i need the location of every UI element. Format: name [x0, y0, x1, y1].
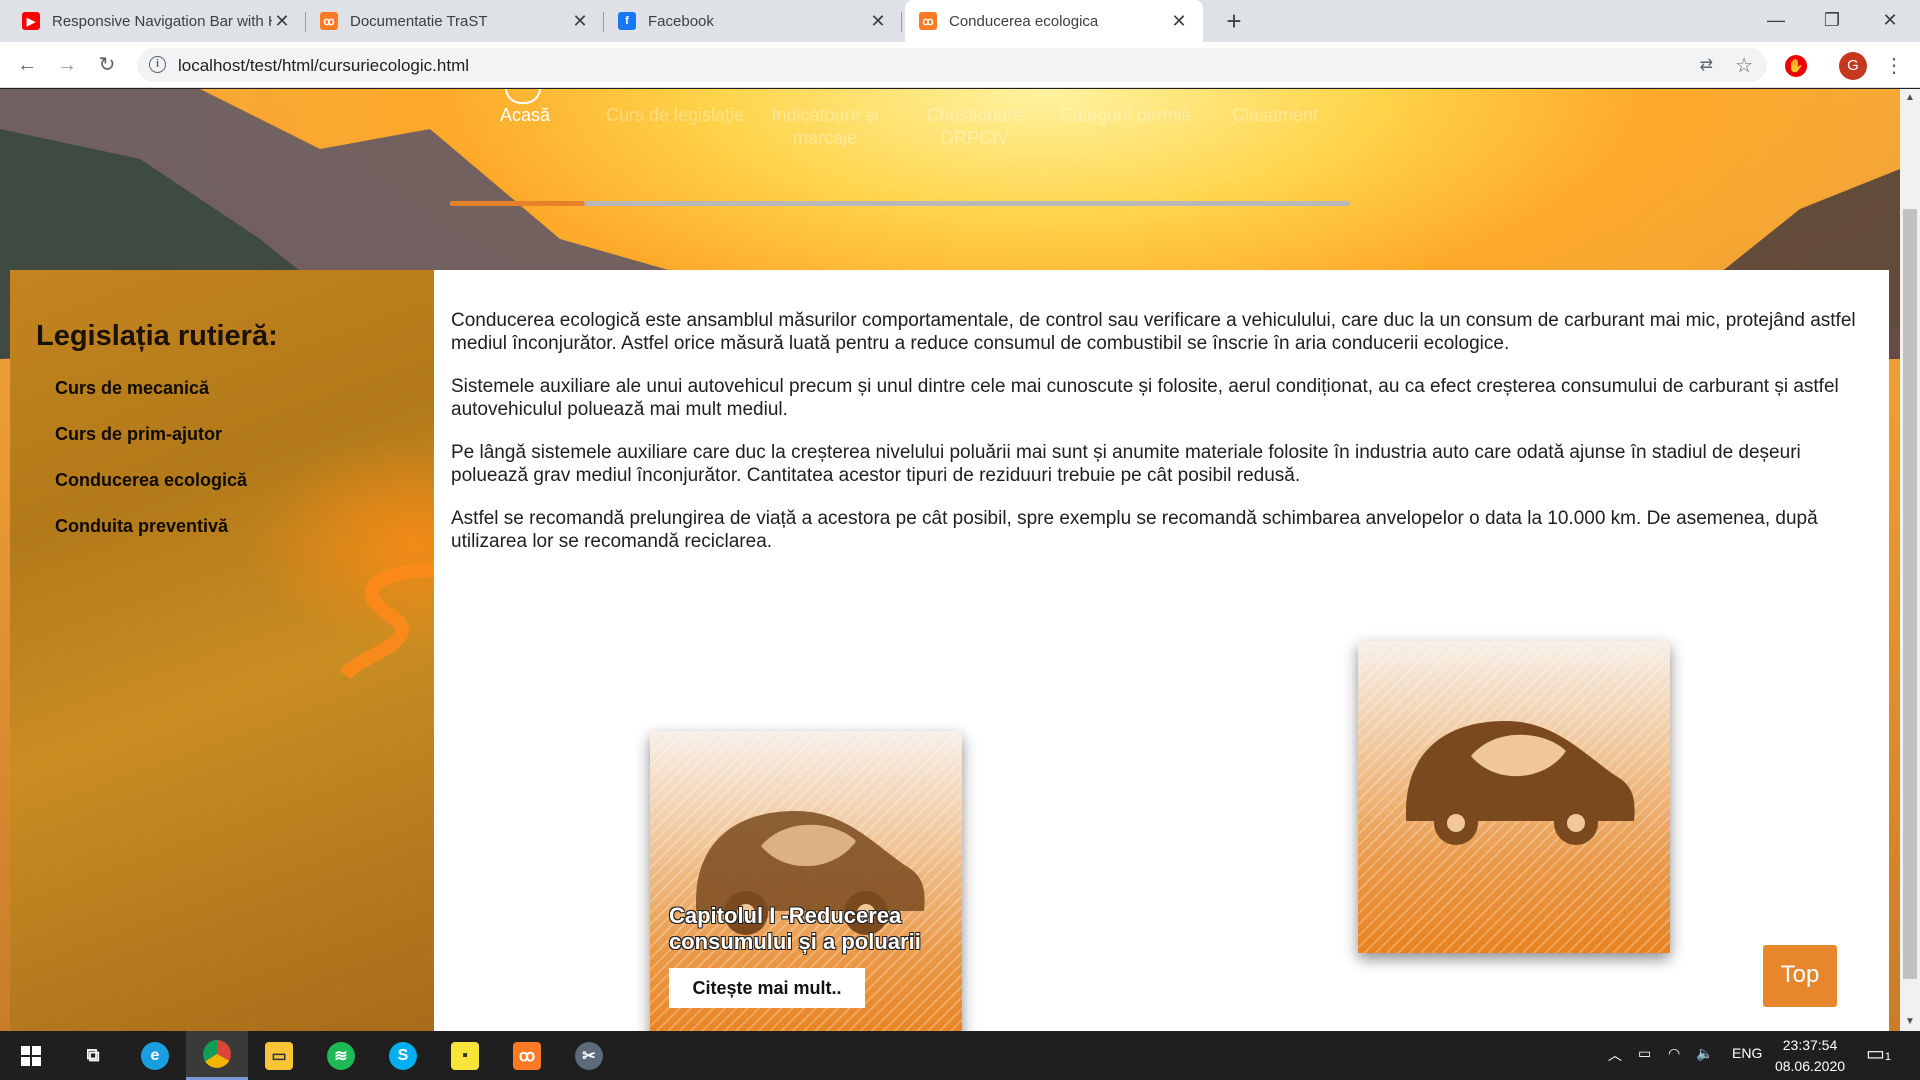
scroll-down-icon[interactable]: ▼: [1904, 1016, 1916, 1027]
profile-avatar[interactable]: G: [1839, 52, 1867, 80]
youtube-icon: ▶: [22, 12, 40, 30]
volume-icon[interactable]: 🔈: [1696, 1045, 1713, 1062]
nav-item-curs-legislatie[interactable]: Curs de legislație: [605, 104, 745, 127]
nav-item-clasament[interactable]: Clasament: [1205, 104, 1345, 127]
translate-icon[interactable]: ⇄: [1700, 55, 1713, 75]
bookmark-star-icon[interactable]: ☆: [1735, 53, 1753, 78]
address-bar[interactable]: i localhost/test/html/cursuriecologic.ht…: [137, 48, 1767, 82]
tab-facebook[interactable]: f Facebook ✕: [604, 0, 902, 42]
chapter-card[interactable]: [1358, 641, 1670, 953]
main-content: Conducerea ecologică este ansamblul măsu…: [434, 270, 1889, 1031]
minimize-button[interactable]: —: [1748, 0, 1804, 42]
reload-icon[interactable]: ↻: [92, 50, 122, 80]
facebook-icon: f: [618, 12, 636, 30]
adblock-extension-icon[interactable]: ✋: [1785, 55, 1807, 77]
sidebar: Legislația rutieră: Curs de mecanică Cur…: [10, 270, 434, 1031]
page-viewport: Acasă Curs de legislație Indicatoare și …: [0, 89, 1900, 1031]
nav-progress-fill: [450, 201, 585, 206]
sidebar-link-prim-ajutor[interactable]: Curs de prim-ajutor: [55, 424, 222, 445]
road-decoration: [340, 563, 434, 680]
close-icon[interactable]: ✕: [272, 11, 292, 32]
clock-time: 23:37:54: [1782, 1037, 1838, 1053]
content-paragraph: Sistemele auxiliare ale unui autovehicul…: [451, 376, 1839, 420]
sticky-notes-icon[interactable]: ▪: [434, 1031, 496, 1080]
restore-button[interactable]: ❐: [1804, 0, 1860, 42]
back-icon[interactable]: ←: [12, 50, 42, 80]
info-icon[interactable]: i: [149, 56, 166, 73]
tab-conducerea[interactable]: ꝏ Conducerea ecologica ✕: [905, 0, 1203, 42]
close-icon[interactable]: ✕: [868, 11, 888, 32]
skype-icon[interactable]: S: [372, 1031, 434, 1080]
new-tab-button[interactable]: +: [1220, 7, 1248, 35]
back-to-top-button[interactable]: Top: [1763, 945, 1837, 1007]
tab-documentatie[interactable]: ꝏ Documentatie TraST ✕: [306, 0, 604, 42]
read-more-button[interactable]: Citește mai mult..: [669, 968, 865, 1008]
xampp-icon: ꝏ: [320, 12, 338, 30]
menu-icon[interactable]: ⋮: [1880, 52, 1908, 80]
tab-title: Documentatie TraST: [350, 12, 488, 30]
xampp-icon: ꝏ: [919, 12, 937, 30]
snipping-tool-icon[interactable]: ✂: [558, 1031, 620, 1080]
scroll-up-icon[interactable]: ▲: [1904, 92, 1916, 103]
windows-start-icon[interactable]: [0, 1031, 62, 1080]
close-icon[interactable]: ✕: [570, 11, 590, 32]
sidebar-title: Legislația rutieră:: [36, 320, 278, 352]
nav-item-categorii[interactable]: Categorii permis: [1055, 104, 1195, 127]
sidebar-link-conduita-preventiva[interactable]: Conduita preventivă: [55, 516, 228, 537]
file-explorer-icon[interactable]: ▭: [248, 1031, 310, 1080]
notification-icon[interactable]: ▭1: [1866, 1041, 1891, 1066]
chevron-up-icon[interactable]: ︿: [1608, 1045, 1622, 1065]
card-title: Capitolul I -Reducerea consumului și a p…: [669, 903, 921, 954]
nav-item-chestionare[interactable]: Chestionare DRPCIV: [905, 104, 1045, 150]
main-nav: Acasă Curs de legislație Indicatoare și …: [0, 89, 1900, 164]
tab-strip: ▶ Responsive Navigation Bar with HTML ✕ …: [0, 0, 1920, 42]
xampp-icon[interactable]: ꝏ: [496, 1031, 558, 1080]
notification-count: 1: [1884, 1051, 1892, 1063]
forward-icon[interactable]: →: [52, 50, 82, 80]
tab-youtube[interactable]: ▶ Responsive Navigation Bar with HTML ✕: [8, 0, 306, 42]
content-paragraph: Conducerea ecologică este ansamblul măsu…: [451, 310, 1856, 354]
windows-taskbar: ⧉ e ▭ ≋ S ▪ ꝏ ✂ ︿ ▭ ◠ 🔈 ENG 23:37:54 08.…: [0, 1031, 1920, 1080]
chapter-card[interactable]: Capitolul I -Reducerea consumului și a p…: [650, 731, 962, 1031]
close-icon[interactable]: ✕: [1169, 11, 1189, 32]
language-indicator[interactable]: ENG: [1732, 1045, 1762, 1061]
content-paragraph: Astfel se recomandă prelungirea de viață…: [451, 508, 1818, 552]
sidebar-link-conducerea-ecologica[interactable]: Conducerea ecologică: [55, 470, 247, 491]
spotify-icon[interactable]: ≋: [310, 1031, 372, 1080]
task-view-icon[interactable]: ⧉: [62, 1031, 124, 1080]
scroll-thumb[interactable]: [1903, 209, 1917, 979]
battery-icon[interactable]: ▭: [1638, 1045, 1651, 1062]
clock-date: 08.06.2020: [1774, 1058, 1846, 1074]
nav-item-acasa[interactable]: Acasă: [455, 104, 595, 127]
nav-progress-bar: [450, 201, 1350, 206]
wifi-icon[interactable]: ◠: [1668, 1045, 1680, 1062]
tab-title: Facebook: [648, 12, 714, 30]
clock[interactable]: 23:37:54 08.06.2020: [1770, 1035, 1850, 1077]
sidebar-link-mecanica[interactable]: Curs de mecanică: [55, 378, 209, 399]
browser-toolbar: ← → ↻ i localhost/test/html/cursuriecolo…: [0, 42, 1920, 88]
close-window-button[interactable]: ✕: [1862, 0, 1918, 42]
chrome-icon[interactable]: [186, 1031, 248, 1080]
eco-car-icon: [1406, 721, 1635, 845]
tab-title: Responsive Navigation Bar with HTML: [52, 12, 272, 30]
url-text[interactable]: localhost/test/html/cursuriecologic.html: [178, 56, 469, 76]
content-paragraph: Pe lângă sistemele auxiliare care duc la…: [451, 442, 1801, 486]
page-scrollbar[interactable]: ▲ ▼: [1900, 89, 1920, 1031]
edge-icon[interactable]: e: [124, 1031, 186, 1080]
tab-title: Conducerea ecologica: [949, 12, 1099, 30]
nav-item-indicatoare[interactable]: Indicatoare și marcaje: [755, 104, 895, 150]
